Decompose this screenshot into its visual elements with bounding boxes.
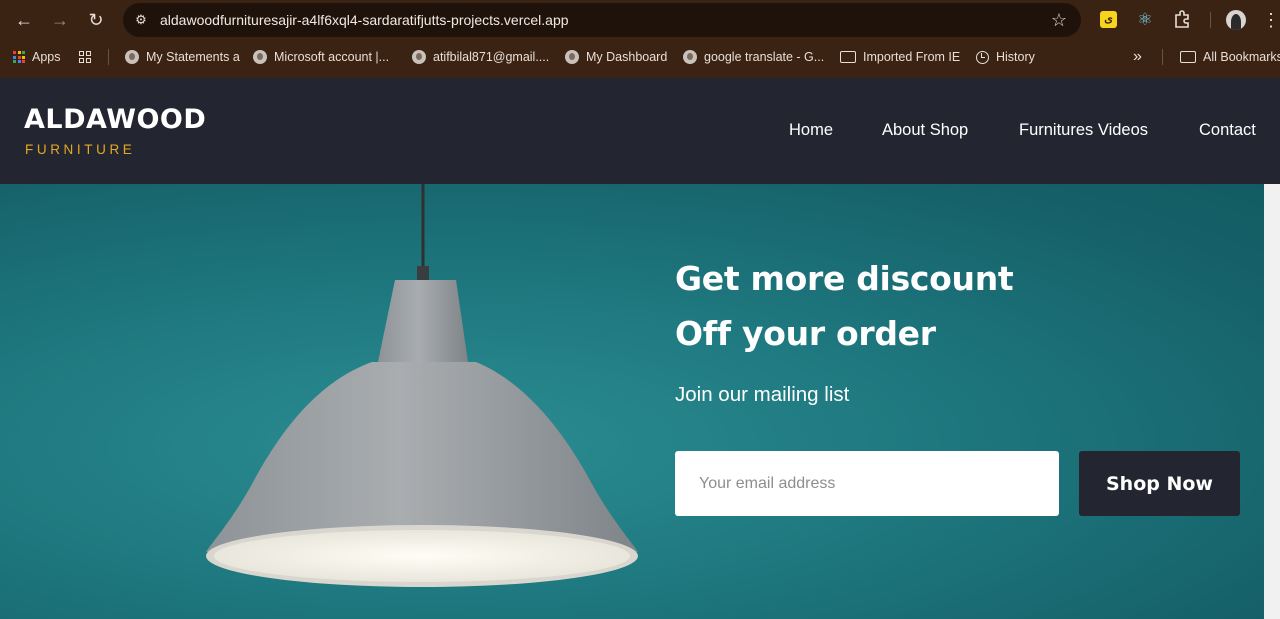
- bookmark-microsoft-account[interactable]: Microsoft account |...: [253, 40, 389, 74]
- history-icon: [976, 50, 989, 64]
- globe-icon: [565, 50, 579, 64]
- nav-home[interactable]: Home: [789, 121, 833, 140]
- site-header: ALDAWOOD FURNITURE Home About Shop Furni…: [0, 78, 1280, 184]
- bookmark-history[interactable]: History: [976, 40, 1035, 74]
- page-scrollbar[interactable]: [1264, 184, 1280, 619]
- web-page: ALDAWOOD FURNITURE Home About Shop Furni…: [0, 78, 1280, 619]
- bookmark-apps[interactable]: Apps: [13, 40, 61, 74]
- kebab-menu-icon[interactable]: ⋮: [1262, 8, 1280, 32]
- globe-icon: [125, 50, 139, 64]
- bookmark-star-icon[interactable]: ☆: [1049, 10, 1069, 30]
- bookmark-label: Imported From IE: [863, 50, 961, 64]
- folder-icon: [840, 51, 856, 63]
- bookmark-statements[interactable]: My Statements a: [125, 40, 240, 74]
- logo-subtitle: FURNITURE: [25, 142, 136, 157]
- promo-hero: Get more discount Off your order Join ou…: [0, 184, 1264, 619]
- profile-avatar[interactable]: [1226, 10, 1246, 30]
- react-devtools-icon[interactable]: ⚛: [1135, 10, 1155, 30]
- address-bar[interactable]: ⚙ aldawoodfurnituresajir-a4lf6xql4-sarda…: [123, 3, 1081, 37]
- nav-about-shop[interactable]: About Shop: [882, 121, 968, 140]
- back-arrow-icon[interactable]: ←: [12, 8, 36, 32]
- promo-subtitle: Join our mailing list: [675, 383, 850, 406]
- all-bookmarks-folder[interactable]: All Bookmarks: [1180, 40, 1280, 74]
- bookmark-label: My Dashboard: [586, 50, 668, 64]
- bookmark-gmail[interactable]: atifbilal871@gmail....: [412, 40, 549, 74]
- forward-arrow-icon[interactable]: →: [48, 8, 72, 32]
- bookmark-tiles[interactable]: [79, 40, 91, 74]
- bookmarks-overflow-chevron-icon[interactable]: »: [1133, 40, 1142, 74]
- yellow-extension-icon[interactable]: ى: [1100, 11, 1117, 28]
- bookmark-label: My Statements a: [146, 50, 240, 64]
- bookmark-imported-folder[interactable]: Imported From IE: [840, 40, 960, 74]
- toolbar-divider: [1210, 12, 1211, 28]
- tiles-icon: [79, 51, 91, 63]
- reload-icon[interactable]: ↻: [84, 8, 108, 32]
- folder-icon: [1180, 51, 1196, 63]
- apps-grid-icon: [13, 51, 25, 63]
- bookmark-label: atifbilal871@gmail....: [433, 50, 550, 64]
- bookmark-label: Apps: [32, 50, 61, 64]
- bookmark-dashboard[interactable]: My Dashboard: [565, 40, 667, 74]
- url-text[interactable]: aldawoodfurnituresajir-a4lf6xql4-sardara…: [160, 3, 569, 37]
- puzzle-extensions-icon[interactable]: [1172, 10, 1192, 30]
- bookmarks-bar: Apps My Statements a Microsoft account |…: [0, 40, 1280, 78]
- bookmark-label: google translate - G...: [704, 50, 825, 64]
- promo-title-line1: Get more discount: [675, 259, 1014, 298]
- nav-furnitures-videos[interactable]: Furnitures Videos: [1019, 121, 1148, 140]
- bookmark-label: Microsoft account |...: [274, 50, 390, 64]
- email-input[interactable]: [675, 451, 1059, 516]
- globe-icon: [412, 50, 426, 64]
- bookmarks-divider: [1162, 49, 1163, 65]
- promo-title-line2: Off your order: [675, 314, 936, 353]
- globe-icon: [253, 50, 267, 64]
- globe-icon: [683, 50, 697, 64]
- bookmark-label: History: [996, 50, 1035, 64]
- bookmarks-divider: [108, 49, 109, 65]
- site-settings-icon[interactable]: ⚙: [133, 12, 149, 28]
- bookmark-label: All Bookmarks: [1203, 50, 1280, 64]
- shop-now-button[interactable]: Shop Now: [1079, 451, 1240, 516]
- browser-toolbar: ← → ↻ ⚙ aldawoodfurnituresajir-a4lf6xql4…: [0, 0, 1280, 40]
- nav-contact[interactable]: Contact: [1199, 121, 1256, 140]
- bookmark-google-translate[interactable]: google translate - G...: [683, 40, 824, 74]
- logo-title[interactable]: ALDAWOOD: [24, 104, 206, 135]
